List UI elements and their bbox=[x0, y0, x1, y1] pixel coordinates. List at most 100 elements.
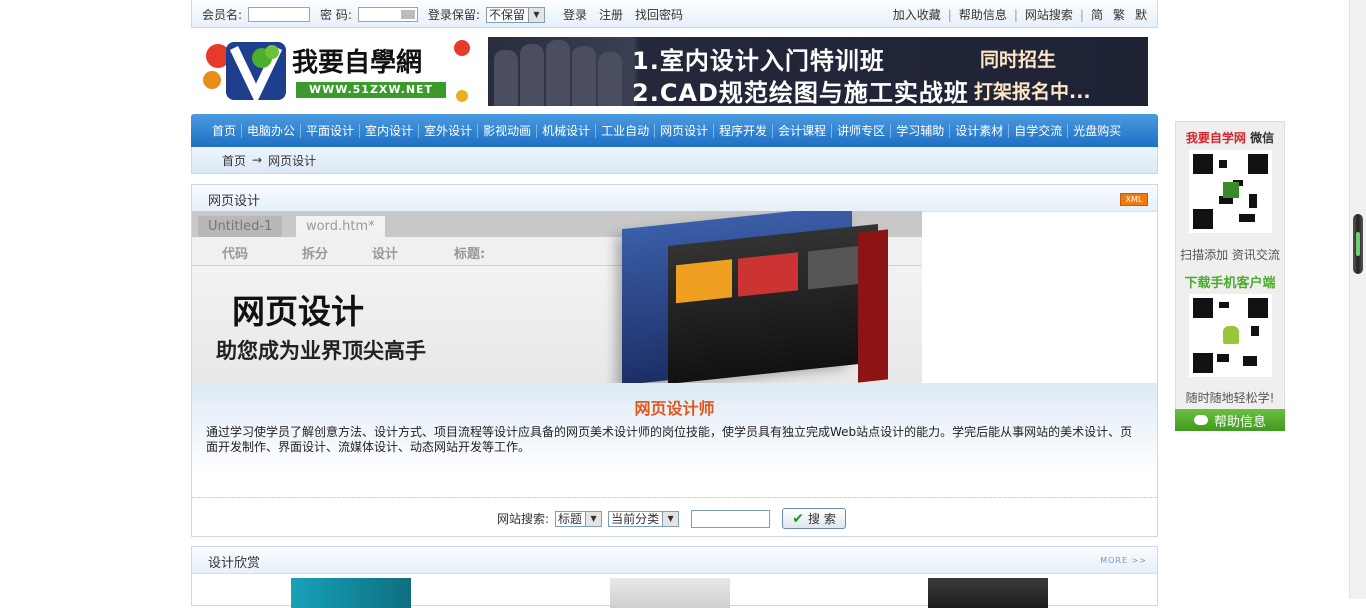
register-link[interactable]: 注册 bbox=[599, 6, 623, 23]
tool-code: 代码 bbox=[222, 247, 249, 262]
description-title: 网页设计师 bbox=[634, 399, 715, 418]
showcase-thumbnail[interactable] bbox=[928, 578, 1048, 608]
site-search-link[interactable]: 网站搜索 bbox=[1025, 6, 1073, 23]
member-input[interactable] bbox=[248, 7, 311, 22]
promo-banner[interactable]: 1.室内设计入门特训班 2.CAD规范绘图与施工实战班 同时招生 打架报名中..… bbox=[488, 37, 1148, 106]
banner-line-1: 1.室内设计入门特训班 bbox=[632, 47, 885, 75]
nav-item[interactable]: 平面设计 bbox=[301, 123, 361, 138]
tool-design: 设计 bbox=[372, 247, 399, 262]
more-link[interactable]: MORE >> bbox=[1100, 556, 1147, 565]
nav-item[interactable]: 讲师专区 bbox=[832, 123, 892, 138]
floating-side-widget: 我要自学网 微信 扫描添加 资讯交流 下载手机客户端 随时随地轻松学! 帮助信息 bbox=[1175, 121, 1285, 431]
recover-password-link[interactable]: 找回密码 bbox=[635, 6, 683, 23]
nav-item[interactable]: 设计素材 bbox=[950, 123, 1010, 138]
search-scope-select[interactable]: 当前分类 ▼ bbox=[608, 510, 680, 527]
divider: | bbox=[947, 7, 952, 22]
chevron-down-icon: ▼ bbox=[662, 511, 679, 526]
search-input[interactable] bbox=[691, 509, 771, 528]
lang-simplified-link[interactable]: 简 bbox=[1091, 6, 1103, 23]
divider: | bbox=[1079, 7, 1084, 22]
main-nav: 首页 电脑办公 平面设计 室内设计 室外设计 影视动画 机械设计 工业自动 网页设计 程序开发 会计… bbox=[191, 114, 1158, 147]
breadcrumb: 首页 → 网页设计 bbox=[191, 147, 1158, 174]
search-button[interactable]: ✔ 搜 索 bbox=[782, 508, 847, 529]
lang-default-link[interactable]: 默 bbox=[1135, 6, 1147, 23]
panel-title: 网页设计 bbox=[208, 194, 261, 209]
divider: | bbox=[1013, 7, 1018, 22]
search-field-select[interactable]: 标题 ▼ bbox=[555, 510, 603, 527]
search-scope-value: 当前分类 bbox=[611, 512, 660, 526]
password-input[interactable] bbox=[357, 7, 418, 22]
top-links: 加入收藏 | 帮助信息 | 网站搜索 | 简 繁 默 bbox=[893, 6, 1147, 23]
tool-split: 拆分 bbox=[302, 247, 329, 262]
screenshot-front bbox=[668, 223, 878, 383]
nav-item[interactable]: 室外设计 bbox=[419, 123, 479, 138]
search-field-value: 标题 bbox=[558, 512, 583, 526]
wechat-title: 我要自学网 微信 bbox=[1176, 129, 1284, 146]
tool-title: 标题: bbox=[454, 247, 486, 262]
chat-bubble-icon bbox=[1193, 415, 1208, 425]
nav-item[interactable]: 机械设计 bbox=[537, 123, 597, 138]
category-description: 网页设计师 通过学习使学员了解创意方法、设计方式、项目流程等设计应具备的网页美术… bbox=[192, 383, 1157, 498]
logo-text: 我要自學網 bbox=[292, 48, 423, 78]
lang-traditional-link[interactable]: 繁 bbox=[1113, 6, 1125, 23]
help-link[interactable]: 帮助信息 bbox=[959, 6, 1007, 23]
mobile-qr-code-icon bbox=[1189, 294, 1272, 377]
breadcrumb-home[interactable]: 首页 bbox=[222, 152, 246, 169]
login-form: 会员名: 密 码: 登录保留: 不保留 ▼ 登录 注册 找回密码 bbox=[202, 6, 683, 23]
showcase-thumbnail[interactable] bbox=[291, 578, 411, 608]
arrow-right-icon: → bbox=[252, 153, 263, 167]
nav-item[interactable]: 学习辅助 bbox=[891, 123, 951, 138]
nav-item[interactable]: 影视动画 bbox=[478, 123, 538, 138]
help-button-label: 帮助信息 bbox=[1213, 414, 1266, 430]
nav-item[interactable]: 室内设计 bbox=[360, 123, 420, 138]
showcase-thumbnail[interactable] bbox=[610, 578, 730, 608]
screenshot-back bbox=[858, 229, 888, 383]
remember-select[interactable]: 不保留 ▼ bbox=[485, 6, 545, 23]
search-button-label: 搜 索 bbox=[808, 512, 836, 526]
nav-item[interactable]: 电脑办公 bbox=[242, 123, 302, 138]
logo-url: WWW.51ZXW.NET bbox=[296, 82, 446, 98]
wechat-qr-code-icon bbox=[1189, 150, 1272, 233]
editor-tab-word: word.htm* bbox=[296, 216, 385, 237]
wechat-title-brand: 我要自学网 bbox=[1185, 131, 1246, 145]
nav-item[interactable]: 会计课程 bbox=[773, 123, 833, 138]
category-panel: 网页设计 XML Untitled-1 word.htm* 代码 拆分 设计 标… bbox=[191, 184, 1158, 537]
add-favorites-link[interactable]: 加入收藏 bbox=[893, 6, 941, 23]
password-label: 密 码: bbox=[320, 8, 352, 22]
nav-item[interactable]: 自学交流 bbox=[1009, 123, 1069, 138]
member-label: 会员名: bbox=[202, 8, 243, 22]
site-search-form: 网站搜索: 标题 ▼ 当前分类 ▼ ✔ 搜 索 bbox=[497, 508, 847, 529]
keyboard-icon[interactable] bbox=[400, 10, 415, 19]
help-button[interactable]: 帮助信息 bbox=[1175, 409, 1285, 431]
nav-item[interactable]: 程序开发 bbox=[714, 123, 774, 138]
nav-item[interactable]: 光盘购买 bbox=[1068, 124, 1126, 138]
hero-title: 网页设计 bbox=[232, 292, 364, 331]
banner-tag-1: 同时招生 bbox=[980, 49, 1057, 71]
page-scrollbar[interactable] bbox=[1349, 0, 1366, 599]
wechat-title-suffix: 微信 bbox=[1245, 131, 1275, 145]
remember-value: 不保留 bbox=[488, 8, 525, 22]
design-showcase-panel: 设计欣赏 MORE >> bbox=[191, 546, 1158, 608]
scrollbar-thumb[interactable] bbox=[1353, 214, 1363, 274]
login-link[interactable]: 登录 bbox=[563, 6, 587, 23]
remember-label: 登录保留: bbox=[427, 8, 480, 22]
banner-photo bbox=[494, 39, 622, 106]
category-hero-image: Untitled-1 word.htm* 代码 拆分 设计 标题: 网页设计 助… bbox=[192, 211, 922, 383]
wechat-caption: 扫描添加 资讯交流 bbox=[1180, 248, 1280, 262]
nav-item[interactable]: 网页设计 bbox=[655, 123, 715, 138]
nav-item[interactable]: 工业自动 bbox=[596, 123, 656, 138]
mobile-client-title: 下载手机客户端 bbox=[1184, 276, 1276, 291]
chevron-down-icon: ▼ bbox=[585, 511, 602, 526]
site-logo[interactable]: 我要自學網 WWW.51ZXW.NET bbox=[200, 36, 476, 108]
chevron-down-icon: ▼ bbox=[527, 7, 544, 22]
nav-item[interactable]: 首页 bbox=[207, 123, 243, 138]
breadcrumb-current[interactable]: 网页设计 bbox=[268, 152, 316, 169]
banner-tag-2: 打架报名中... bbox=[974, 81, 1091, 103]
banner-line-2: 2.CAD规范绘图与施工实战班 bbox=[632, 79, 969, 106]
top-bar: 会员名: 密 码: 登录保留: 不保留 ▼ 登录 注册 找回密码 加入收藏 | 帮… bbox=[191, 0, 1158, 28]
search-label: 网站搜索: bbox=[497, 512, 550, 526]
hero-subtitle: 助您成为业界顶尖高手 bbox=[216, 338, 426, 363]
xml-feed-icon[interactable]: XML bbox=[1120, 193, 1148, 206]
checkmark-icon: ✔ bbox=[792, 510, 805, 527]
android-icon bbox=[1223, 326, 1239, 344]
